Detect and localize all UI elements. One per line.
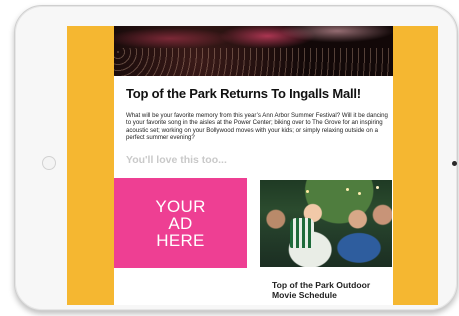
ad-placeholder[interactable]: YOUR AD HERE: [114, 178, 247, 268]
ad-text: YOUR AD HERE: [155, 196, 206, 250]
camera-icon: [452, 161, 457, 166]
hero-image: [114, 26, 393, 76]
related-subhead: You'll love this too...: [126, 154, 227, 166]
article-headline: Top of the Park Returns To Ingalls Mall!: [126, 86, 361, 101]
movie-photo[interactable]: [260, 180, 392, 267]
email-screen: Top of the Park Returns To Ingalls Mall!…: [67, 26, 438, 305]
email-content: Top of the Park Returns To Ingalls Mall!…: [114, 26, 393, 305]
article-intro: What will be your favorite memory from t…: [126, 112, 388, 142]
home-button[interactable]: [42, 156, 56, 170]
movie-schedule-link[interactable]: Top of the Park Outdoor Movie Schedule: [272, 280, 387, 300]
tablet-frame: Top of the Park Returns To Ingalls Mall!…: [14, 5, 458, 311]
